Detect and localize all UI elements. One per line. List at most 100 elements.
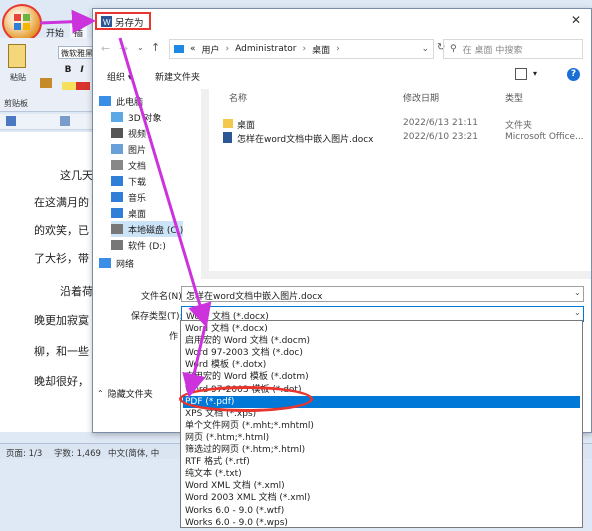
- paste-icon[interactable]: [8, 44, 26, 68]
- nav-item[interactable]: 本地磁盘 (C:): [111, 221, 184, 237]
- savetype-option[interactable]: 启用宏的 Word 文档 (*.docm): [183, 335, 580, 347]
- download-icon: [111, 176, 123, 186]
- nav-item[interactable]: 此电脑: [99, 93, 143, 109]
- column-type[interactable]: 类型: [505, 91, 523, 104]
- nav-item[interactable]: 文档: [111, 157, 146, 173]
- address-part[interactable]: Administrator: [235, 44, 296, 54]
- savetype-option[interactable]: 纯文本 (*.txt): [183, 468, 580, 480]
- doc-line: 柳，和一些: [34, 345, 89, 358]
- italic-icon[interactable]: I: [76, 64, 88, 76]
- savetype-option[interactable]: Word 97-2003 文档 (*.doc): [183, 347, 580, 359]
- command-bar: 组织 ▾ 新建文件夹 ▾ ?: [93, 65, 591, 87]
- office-logo-icon: [14, 14, 30, 30]
- bold-icon[interactable]: B: [62, 64, 74, 76]
- organize-button[interactable]: 组织 ▾: [107, 70, 132, 83]
- nav-item[interactable]: 图片: [111, 141, 146, 157]
- file-row[interactable]: 怎样在word文档中嵌入图片.docx 2022/6/10 23:21 Micr…: [209, 131, 591, 145]
- highlight-color-icon[interactable]: [62, 82, 90, 90]
- nav-item[interactable]: 桌面: [111, 205, 146, 221]
- pdf-highlight-ring: [179, 386, 313, 412]
- disk-icon: [111, 240, 123, 250]
- file-name: 怎样在word文档中嵌入图片.docx: [237, 135, 374, 145]
- doc-line: 了大衫，带: [34, 252, 89, 265]
- nav-item[interactable]: 视频: [111, 125, 146, 141]
- savetype-option[interactable]: 网页 (*.htm;*.html): [183, 432, 580, 444]
- savetype-option[interactable]: 单个文件网页 (*.mht;*.mhtml): [183, 420, 580, 432]
- filename-label: 文件名(N):: [141, 292, 185, 302]
- language-status[interactable]: 中文(简体, 中: [108, 447, 159, 459]
- video-icon: [111, 128, 123, 138]
- forward-arrow-icon[interactable]: →: [119, 42, 128, 55]
- filename-dropdown-icon[interactable]: ⌄: [574, 288, 581, 297]
- nav-scrollbar[interactable]: [201, 89, 209, 271]
- nav-item[interactable]: 音乐: [111, 189, 146, 205]
- savetype-option[interactable]: Word XML 文档 (*.xml): [183, 480, 580, 492]
- savetype-dropdown-icon[interactable]: ⌄: [574, 308, 581, 317]
- nav-item-label: 音乐: [128, 193, 147, 204]
- separator-icon: ›: [336, 44, 340, 54]
- hide-folders-toggle[interactable]: ⌃ 隐藏文件夹: [97, 387, 153, 400]
- svg-text:W: W: [103, 18, 111, 27]
- savetype-option[interactable]: Works 6.0 - 9.0 (*.wtf): [183, 505, 580, 517]
- navigation-pane: 此电脑 3D 对象视频图片 文档下载音乐桌面 本地磁盘 (C:) 软件 (D:) 网络: [93, 89, 201, 271]
- page-count[interactable]: 页面: 1/3: [6, 447, 42, 459]
- word-count[interactable]: 字数: 1,469: [54, 447, 101, 459]
- separator-icon: ›: [225, 44, 230, 54]
- address-row: ← → ⌄ ↑ « 用户 › Administrator › 桌面 › ⌄ ↻ …: [93, 35, 591, 61]
- tab-insert[interactable]: 插: [70, 24, 88, 39]
- column-modified[interactable]: 修改日期: [403, 91, 439, 104]
- recent-dropdown-icon[interactable]: ⌄: [137, 43, 144, 52]
- nav-item-label: 桌面: [128, 209, 147, 220]
- savetype-option[interactable]: Word 文档 (*.docx): [183, 323, 580, 335]
- savetype-option[interactable]: 筛选过的网页 (*.htm;*.html): [183, 444, 580, 456]
- cube-icon: [111, 112, 123, 122]
- nav-item[interactable]: 网络: [99, 255, 134, 271]
- filename-input[interactable]: 怎样在word文档中嵌入图片.docx: [181, 286, 584, 302]
- nav-item[interactable]: 软件 (D:): [111, 237, 166, 253]
- help-icon[interactable]: ?: [567, 68, 580, 81]
- file-row[interactable]: 桌面 2022/6/13 21:11 文件夹: [209, 117, 591, 131]
- savetype-label: 保存类型(T):: [131, 312, 183, 322]
- savetype-option[interactable]: RTF 格式 (*.rtf): [183, 456, 580, 468]
- address-part[interactable]: 桌面: [312, 43, 330, 56]
- back-arrow-icon[interactable]: ←: [101, 42, 110, 55]
- nav-item-label: 此电脑: [116, 97, 144, 108]
- nav-item[interactable]: 下载: [111, 173, 146, 189]
- search-input[interactable]: ⚲ 在 桌面 中搜索: [443, 39, 583, 59]
- view-dropdown-icon[interactable]: ▾: [533, 69, 537, 78]
- author-label: 作: [169, 332, 179, 342]
- doc-line: 这几天: [60, 169, 93, 182]
- new-folder-button[interactable]: 新建文件夹: [155, 70, 200, 83]
- up-arrow-icon[interactable]: ↑: [151, 41, 160, 54]
- address-overflow[interactable]: «: [190, 44, 196, 54]
- music-icon: [111, 192, 123, 202]
- nav-item-label: 图片: [128, 145, 147, 156]
- nav-item-label: 网络: [116, 259, 135, 270]
- address-bar[interactable]: « 用户 › Administrator › 桌面 › ⌄: [169, 39, 434, 59]
- desktop-icon: [111, 208, 123, 218]
- savetype-option[interactable]: Word 2003 XML 文档 (*.xml): [183, 492, 580, 504]
- tab-home[interactable]: 开始: [42, 24, 68, 39]
- doc-line: 晚却很好，: [34, 375, 89, 388]
- doc-line: 沿着荷: [60, 285, 93, 298]
- nav-item-label: 下载: [128, 177, 147, 188]
- address-dropdown-icon[interactable]: ⌄: [421, 44, 429, 54]
- close-icon[interactable]: ✕: [571, 13, 581, 27]
- nav-item[interactable]: 3D 对象: [111, 109, 162, 125]
- view-options-icon[interactable]: [515, 68, 527, 80]
- nav-item-label: 视频: [128, 129, 147, 140]
- save-icon[interactable]: [6, 116, 16, 126]
- dialog-title-highlight: W 另存为: [95, 12, 151, 30]
- horizontal-scrollbar[interactable]: [201, 271, 591, 279]
- address-part[interactable]: 用户: [202, 43, 220, 56]
- print-preview-icon[interactable]: [60, 116, 70, 126]
- format-painter-icon[interactable]: [40, 78, 52, 88]
- doc-line: 在这满月的: [34, 196, 89, 209]
- savetype-option[interactable]: 启用宏的 Word 模板 (*.dotm): [183, 371, 580, 383]
- savetype-option[interactable]: Works 6.0 - 9.0 (*.wps): [183, 517, 580, 529]
- savetype-option[interactable]: Word 模板 (*.dotx): [183, 359, 580, 371]
- file-type: Microsoft Office...: [505, 132, 584, 142]
- search-placeholder: 在 桌面 中搜索: [462, 45, 523, 56]
- column-name[interactable]: 名称: [229, 91, 247, 104]
- font-name-field[interactable]: 微软雅黑: [58, 46, 94, 59]
